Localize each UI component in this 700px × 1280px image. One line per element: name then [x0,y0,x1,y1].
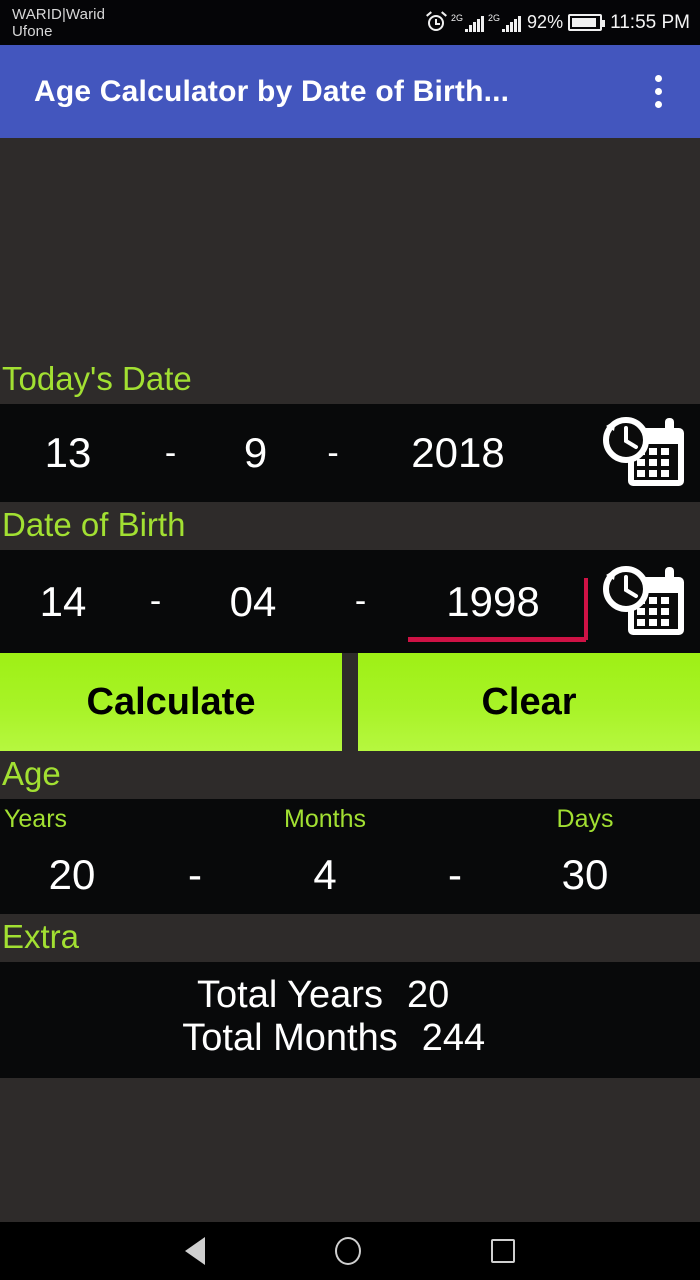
app-bar: Age Calculator by Date of Birth... [0,45,700,138]
network-type-label-1: 2G [451,12,464,23]
dob-day-field[interactable]: 14 [8,578,118,626]
status-bar: WARID|Warid Ufone 2G 2G 92% 11:55 PM [0,0,700,45]
age-days-value: 30 [561,851,609,898]
battery-icon [568,14,606,31]
age-column-headers: Years Months Days [0,799,700,836]
dob-separator-1: - [149,582,162,620]
signal-icon-2: 2G [488,12,522,32]
age-months-value: 4 [313,851,337,898]
extra-row: Total Months 244 [0,1017,700,1060]
network-type-label-2: 2G [488,12,501,23]
date-of-birth-label: Date of Birth [0,502,700,550]
age-values-row: 20 - 4 - 30 [0,836,700,914]
android-nav-bar [0,1222,700,1280]
recents-icon[interactable] [491,1239,515,1263]
age-header-years: Years [4,805,68,833]
carrier-line-1: WARID|Warid [12,5,106,23]
today-separator-1: - [164,433,177,472]
top-spacer [0,138,700,356]
action-buttons: Calculate Clear [0,653,700,751]
calendar-clock-icon[interactable] [598,563,688,641]
overflow-menu-icon[interactable] [638,66,678,118]
battery-percent-label: 92% [527,12,564,32]
phone-screen: WARID|Warid Ufone 2G 2G 92% 11:55 PM Age… [0,0,700,1280]
age-header-months: Months [284,805,366,833]
text-cursor [584,577,588,640]
extra-values: Total Years 20 Total Months 244 [0,962,700,1078]
calculate-button[interactable]: Calculate [0,653,342,751]
calendar-clock-icon[interactable] [598,414,688,492]
status-icons: 2G 2G 92% 11:55 PM [426,11,690,34]
extra-label: Extra [0,914,700,962]
today-separator-2: - [327,433,339,472]
age-label: Age [0,751,700,799]
clear-button[interactable]: Clear [358,653,700,751]
today-year-field[interactable]: 2018 [368,429,548,477]
todays-date-row: 13 - 9 - 2018 [0,404,700,502]
age-separator-1: - [188,851,202,898]
app-title: Age Calculator by Date of Birth... [34,74,510,108]
back-icon[interactable] [185,1237,205,1265]
status-clock: 11:55 PM [610,11,690,33]
main-content: Today's Date 13 - 9 - 2018 Date of Birth… [0,138,700,1222]
signal-icon-1: 2G [451,12,485,32]
carrier-line-2: Ufone [12,22,53,40]
todays-date-label: Today's Date [0,356,700,404]
alarm-icon [426,11,447,33]
extra-row: Total Years 20 [0,974,700,1017]
dob-year-field[interactable]: 1998 [408,577,588,642]
total-months-label: Total Months [182,1017,398,1059]
total-years-value: 20 [406,974,450,1016]
dob-year-value: 1998 [446,577,540,625]
age-years-value: 20 [48,851,96,898]
dob-month-field[interactable]: 04 [193,578,313,626]
home-icon[interactable] [335,1237,361,1265]
age-header-days: Days [556,805,614,833]
carrier-label: WARID|Warid Ufone [12,6,105,40]
dob-separator-2: - [354,582,367,620]
date-of-birth-row: 14 - 04 - 1998 [0,550,700,653]
today-day-field[interactable]: 13 [8,429,128,477]
focus-underline [408,636,586,642]
age-separator-2: - [448,851,462,898]
total-years-label: Total Years [197,974,383,1016]
total-months-value: 244 [421,1017,486,1059]
today-month-field[interactable]: 9 [213,429,298,477]
